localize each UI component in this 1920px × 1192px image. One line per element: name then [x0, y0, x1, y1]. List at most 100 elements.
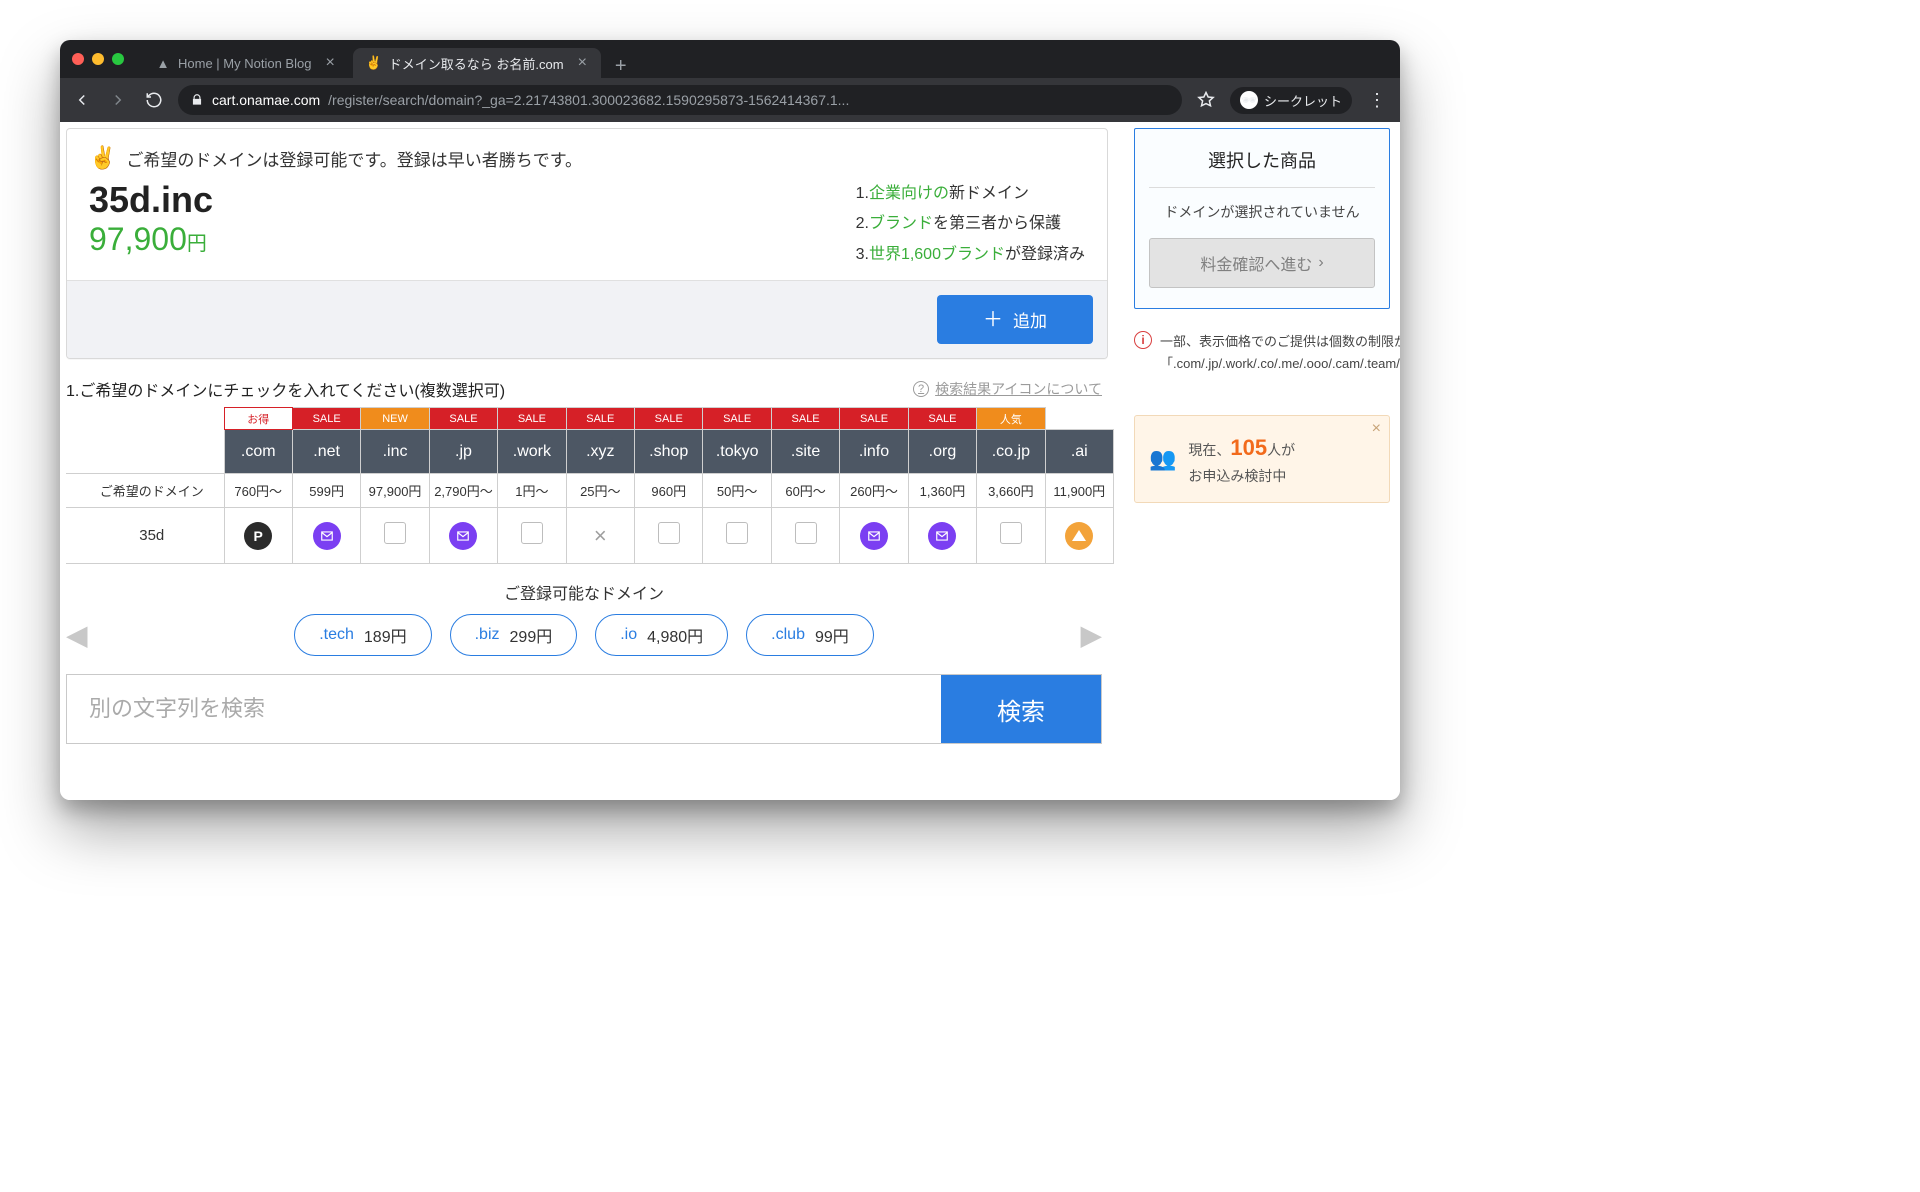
tld-header[interactable]: .ai	[1045, 430, 1113, 474]
availability-cell[interactable]	[908, 508, 976, 564]
badge-cell: SALE	[703, 408, 771, 430]
tld-header[interactable]: .co.jp	[977, 430, 1045, 474]
availability-cell[interactable]	[771, 508, 839, 564]
maximize-window-button[interactable]	[112, 53, 124, 65]
chevron-right-icon[interactable]: ▶	[1080, 619, 1102, 652]
pill-tld: .biz	[475, 626, 500, 644]
chevron-left-icon[interactable]: ◀	[66, 619, 88, 652]
tld-header[interactable]: .com	[224, 430, 292, 474]
availability-cell[interactable]	[1045, 508, 1113, 564]
search-input[interactable]	[67, 675, 941, 743]
people-icon: 👥	[1149, 446, 1176, 472]
tld-price: 2,790円〜	[429, 474, 497, 508]
favicon-onamae: ✌	[367, 56, 381, 70]
tld-price: 25円〜	[566, 474, 634, 508]
close-icon[interactable]: ×	[1372, 420, 1381, 438]
unavailable-icon: ×	[566, 508, 634, 564]
tld-header[interactable]: .site	[771, 430, 839, 474]
tld-header[interactable]: .work	[498, 430, 566, 474]
tld-price: 97,900円	[361, 474, 429, 508]
checkbox[interactable]	[795, 522, 817, 544]
star-button[interactable]	[1194, 88, 1218, 112]
new-tab-button[interactable]: +	[605, 55, 637, 78]
tld-header[interactable]: .org	[908, 430, 976, 474]
proceed-button[interactable]: 料金確認へ進む ›	[1149, 238, 1375, 288]
url-path: /register/search/domain?_ga=2.21743801.3…	[328, 92, 849, 108]
availability-cell[interactable]	[292, 508, 360, 564]
menu-button[interactable]: ⋮	[1364, 90, 1390, 111]
checkbox[interactable]	[658, 522, 680, 544]
p-badge-icon[interactable]: P	[244, 522, 272, 550]
browser-window: ▲ Home | My Notion Blog × ✌ ドメイン取るなら お名前…	[60, 40, 1400, 800]
suggestion-pill[interactable]: .io4,980円	[595, 614, 728, 656]
badge-cell: SALE	[840, 408, 908, 430]
suggestion-pill[interactable]: .tech189円	[294, 614, 431, 656]
availability-cell[interactable]	[498, 508, 566, 564]
help-label: 検索結果アイコンについて	[935, 379, 1102, 399]
checkbox[interactable]	[521, 522, 543, 544]
tab-notion[interactable]: ▲ Home | My Notion Blog ×	[142, 48, 349, 78]
tld-header[interactable]: .jp	[429, 430, 497, 474]
close-tab-icon[interactable]: ×	[325, 54, 334, 72]
tld-price: 11,900円	[1045, 474, 1113, 508]
back-button[interactable]	[70, 88, 94, 112]
tld-header[interactable]: .shop	[635, 430, 703, 474]
tab-label: ドメイン取るなら お名前.com	[389, 54, 564, 73]
selected-title: 選択した商品	[1149, 147, 1375, 188]
mail-icon[interactable]	[860, 522, 888, 550]
tab-strip: ▲ Home | My Notion Blog × ✌ ドメイン取るなら お名前…	[142, 40, 637, 78]
tld-price: 60円〜	[771, 474, 839, 508]
selected-empty: ドメインが選択されていません	[1149, 202, 1375, 222]
pill-tld: .club	[771, 626, 805, 644]
tab-onamae[interactable]: ✌ ドメイン取るなら お名前.com ×	[353, 48, 601, 78]
incognito-icon: 🕶	[1240, 91, 1258, 109]
availability-cell[interactable]: P	[224, 508, 292, 564]
tld-header[interactable]: .info	[840, 430, 908, 474]
availability-cell[interactable]	[977, 508, 1045, 564]
mail-icon[interactable]	[449, 522, 477, 550]
mail-icon[interactable]	[928, 522, 956, 550]
close-window-button[interactable]	[72, 53, 84, 65]
tab-label: Home | My Notion Blog	[178, 56, 311, 71]
tld-price: 3,660円	[977, 474, 1045, 508]
tld-header[interactable]: .inc	[361, 430, 429, 474]
suggestion-pill[interactable]: .club 99円	[746, 614, 874, 656]
badge-cell: お得	[224, 408, 292, 430]
proceed-label: 料金確認へ進む	[1200, 251, 1312, 275]
badge-cell: SALE	[908, 408, 976, 430]
minimize-window-button[interactable]	[92, 53, 104, 65]
add-button-label: 追加	[1013, 307, 1047, 332]
close-tab-icon[interactable]: ×	[578, 54, 587, 72]
availability-cell[interactable]	[361, 508, 429, 564]
badge-cell	[1045, 408, 1113, 430]
checkbox[interactable]	[384, 522, 406, 544]
forward-button[interactable]	[106, 88, 130, 112]
add-button[interactable]: ＋ 追加	[937, 295, 1093, 344]
search-button[interactable]: 検索	[941, 675, 1101, 743]
address-bar[interactable]: cart.onamae.com/register/search/domain?_…	[178, 85, 1182, 115]
suggestion-pill[interactable]: .biz299円	[450, 614, 578, 656]
availability-cell[interactable]	[703, 508, 771, 564]
availability-cell[interactable]	[429, 508, 497, 564]
triangle-icon[interactable]	[1065, 522, 1093, 550]
tld-header[interactable]: .tokyo	[703, 430, 771, 474]
availability-cell[interactable]	[635, 508, 703, 564]
pill-price: 99円	[815, 623, 849, 647]
tld-price: 1円〜	[498, 474, 566, 508]
tld-header[interactable]: .net	[292, 430, 360, 474]
checkbox[interactable]	[726, 522, 748, 544]
tld-price: 599円	[292, 474, 360, 508]
price-row: ご希望のドメイン 760円〜599円97,900円2,790円〜1円〜25円〜9…	[66, 474, 1114, 508]
url-host: cart.onamae.com	[212, 92, 320, 108]
checkbox[interactable]	[1000, 522, 1022, 544]
tld-price: 760円〜	[224, 474, 292, 508]
help-link[interactable]: ? 検索結果アイコンについて	[913, 379, 1102, 399]
badge-cell: SALE	[635, 408, 703, 430]
tld-price: 1,360円	[908, 474, 976, 508]
mail-icon[interactable]	[313, 522, 341, 550]
badge-cell: SALE	[566, 408, 634, 430]
popup-text: 現在、105人が お申込み検討中	[1188, 430, 1295, 488]
tld-header[interactable]: .xyz	[566, 430, 634, 474]
availability-cell[interactable]	[840, 508, 908, 564]
reload-button[interactable]	[142, 88, 166, 112]
